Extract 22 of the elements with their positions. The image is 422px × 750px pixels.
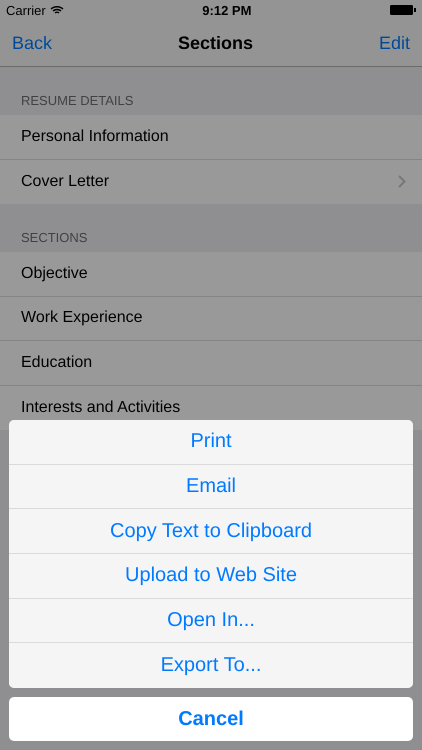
table-row[interactable]: Work Experience bbox=[0, 296, 422, 341]
cancel-button[interactable]: Cancel bbox=[9, 697, 413, 741]
section-header: SECTIONS bbox=[21, 230, 88, 245]
table-row[interactable]: Personal Information bbox=[0, 115, 422, 160]
action-button[interactable]: Print bbox=[9, 420, 413, 465]
row-label: Personal Information bbox=[21, 128, 169, 146]
battery-icon bbox=[390, 5, 416, 15]
row-label: Cover Letter bbox=[21, 172, 110, 191]
carrier-label: Carrier bbox=[6, 2, 46, 18]
row-label: Work Experience bbox=[21, 309, 143, 328]
wifi-icon bbox=[50, 5, 64, 15]
table-row[interactable]: Objective bbox=[0, 252, 422, 296]
back-button[interactable]: Back bbox=[12, 32, 52, 54]
table-row[interactable]: Education bbox=[0, 341, 422, 386]
row-label: Education bbox=[21, 354, 92, 372]
table-row[interactable]: Cover Letter bbox=[0, 160, 422, 204]
edit-button[interactable]: Edit bbox=[378, 32, 410, 54]
nav-title: Sections bbox=[178, 32, 254, 54]
section-header: RESUME DETAILS bbox=[21, 93, 134, 108]
clock: 9:12 PM bbox=[202, 2, 252, 18]
row-label: Objective bbox=[21, 264, 88, 283]
row-label: Interests and Activities bbox=[21, 398, 180, 417]
